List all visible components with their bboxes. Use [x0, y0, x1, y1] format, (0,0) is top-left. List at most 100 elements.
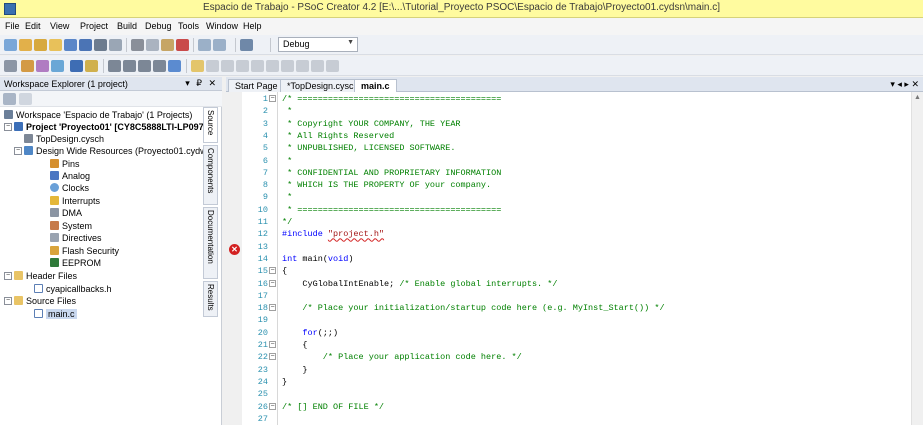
fold-toggle[interactable]: −	[269, 267, 276, 275]
cut-icon[interactable]	[131, 39, 144, 51]
copy-icon[interactable]	[146, 39, 159, 51]
comment-icon[interactable]	[138, 60, 151, 72]
undo-icon[interactable]	[198, 39, 211, 51]
code-line[interactable]: for(;;)	[282, 328, 338, 338]
code-line[interactable]: * All Rights Reserved	[282, 131, 394, 141]
code-line[interactable]: *	[282, 106, 292, 116]
new-file-icon[interactable]	[19, 39, 32, 51]
menu-view[interactable]: View	[50, 21, 69, 31]
vertical-scrollbar[interactable]: ▲	[911, 92, 923, 425]
delete-icon[interactable]	[176, 39, 189, 51]
find-icon[interactable]	[240, 39, 253, 51]
code-line[interactable]: * CONFIDENTIAL AND PROPRIETARY INFORMATI…	[282, 168, 501, 178]
code-line[interactable]: *	[282, 156, 292, 166]
fold-toggle[interactable]: −	[269, 402, 276, 410]
menu-file[interactable]: File	[5, 21, 20, 31]
run-icon[interactable]	[191, 60, 204, 72]
step-over-icon[interactable]	[251, 60, 264, 72]
code-line[interactable]: /* [] END OF FILE */	[282, 402, 384, 412]
code-line[interactable]: * UNPUBLISHED, LICENSED SOFTWARE.	[282, 143, 455, 153]
code-line[interactable]: CyGlobalIntEnable; /* Enable global inte…	[282, 279, 557, 289]
bookmark-icon[interactable]	[168, 60, 181, 72]
program-icon[interactable]	[36, 60, 49, 72]
expander-source-files[interactable]: −	[4, 297, 12, 305]
tree-item-cyapicallbacks[interactable]: cyapicallbacks.h	[34, 284, 112, 295]
paste-icon[interactable]	[161, 39, 174, 51]
indent-increase-icon[interactable]	[123, 60, 136, 72]
device-icon[interactable]	[70, 60, 83, 72]
print-preview-icon[interactable]	[109, 39, 122, 51]
step-out-icon[interactable]	[266, 60, 279, 72]
open-folder-icon[interactable]	[49, 39, 62, 51]
registers-icon[interactable]	[326, 60, 339, 72]
tree-item-dma[interactable]: DMA	[50, 208, 82, 219]
tree-item-pins[interactable]: Pins	[50, 159, 80, 170]
side-tab-components[interactable]: Components	[203, 145, 218, 205]
save-all-icon[interactable]	[79, 39, 92, 51]
build-icon[interactable]	[4, 60, 17, 72]
fold-toggle[interactable]: −	[269, 341, 276, 348]
code-line[interactable]: #include "project.h"	[282, 229, 384, 239]
code-line[interactable]: /* Place your application code here. */	[282, 352, 522, 362]
side-tab-results[interactable]: Results	[203, 281, 218, 317]
expander-design-wide-resources[interactable]: −	[14, 147, 22, 155]
save-icon[interactable]	[64, 39, 77, 51]
tab-start-page[interactable]: Start Page	[228, 79, 285, 92]
menu-help[interactable]: Help	[243, 21, 262, 31]
open-icon[interactable]	[34, 39, 47, 51]
tree-item-project[interactable]: Project 'Proyecto01' [CY8C5888LTI-LP097]	[14, 122, 207, 133]
fold-toggle[interactable]: −	[269, 304, 276, 312]
code-line[interactable]: {	[282, 340, 307, 350]
code-line[interactable]: /* =====================================…	[282, 94, 501, 104]
tree-item-interrupts[interactable]: Interrupts	[50, 196, 100, 207]
tree-item-flash-security[interactable]: Flash Security	[50, 246, 119, 257]
menu-project[interactable]: Project	[80, 21, 108, 31]
menu-debug[interactable]: Debug	[145, 21, 172, 31]
code-line[interactable]: {	[282, 266, 287, 276]
code-line[interactable]: int main(void)	[282, 254, 353, 264]
menu-tools[interactable]: Tools	[178, 21, 199, 31]
redo-icon[interactable]	[213, 39, 226, 51]
fold-toggle[interactable]: −	[269, 95, 276, 102]
tree-item-system[interactable]: System	[50, 221, 92, 232]
expander-header-files[interactable]: −	[4, 272, 12, 280]
print-icon[interactable]	[94, 39, 107, 51]
tree-item-eeprom[interactable]: EEPROM	[50, 258, 101, 269]
tree-item-design-wide-resources[interactable]: Design Wide Resources (Proyecto01.cydwr)	[24, 146, 213, 157]
pause-icon[interactable]	[206, 60, 219, 72]
breakpoint-icon[interactable]	[281, 60, 294, 72]
expander-project[interactable]: −	[4, 123, 12, 131]
code-line[interactable]: * Copyright YOUR COMPANY, THE YEAR	[282, 119, 460, 129]
tree-item-source-files[interactable]: Source Files	[14, 296, 76, 307]
wizard-icon[interactable]	[85, 60, 98, 72]
step-into-icon[interactable]	[236, 60, 249, 72]
error-icon[interactable]: ✕	[229, 244, 240, 255]
code-line[interactable]: }	[282, 365, 307, 375]
tree-item-analog[interactable]: Analog	[50, 171, 90, 182]
tab-strip-controls[interactable]: ▾ ◂ ▸ ✕	[890, 79, 919, 90]
stop-icon[interactable]	[221, 60, 234, 72]
code-line[interactable]: */	[282, 217, 292, 227]
tree-item-workspace[interactable]: Workspace 'Espacio de Trabajo' (1 Projec…	[4, 110, 192, 121]
uncomment-icon[interactable]	[153, 60, 166, 72]
fold-toggle[interactable]: −	[269, 353, 276, 361]
fold-toggle[interactable]: −	[269, 279, 276, 287]
code-line[interactable]: * ======================================…	[282, 205, 501, 215]
scroll-up-arrow-icon[interactable]: ▲	[914, 94, 921, 101]
tab-topdesign[interactable]: *TopDesign.cysch	[280, 79, 366, 92]
menu-window[interactable]: Window	[206, 21, 238, 31]
build-configuration-select[interactable]: Debug ▼	[278, 37, 358, 52]
code-line[interactable]: *	[282, 192, 292, 202]
properties-icon[interactable]	[19, 93, 32, 105]
tree-item-main-c[interactable]: main.c	[34, 309, 77, 320]
memory-icon[interactable]	[296, 60, 309, 72]
code-line[interactable]: * WHICH IS THE PROPERTY OF your company.	[282, 180, 491, 190]
tree-item-clocks[interactable]: Clocks	[50, 183, 89, 194]
code-line[interactable]: /* Place your initialization/startup cod…	[282, 303, 664, 313]
tree-item-header-files[interactable]: Header Files	[14, 271, 77, 282]
disassembly-icon[interactable]	[311, 60, 324, 72]
collapse-all-icon[interactable]	[3, 93, 16, 105]
panel-window-buttons[interactable]: ▾ ₽ ✕	[185, 78, 218, 89]
code-line[interactable]: }	[282, 377, 287, 387]
tree-item-directives[interactable]: Directives	[50, 233, 102, 244]
